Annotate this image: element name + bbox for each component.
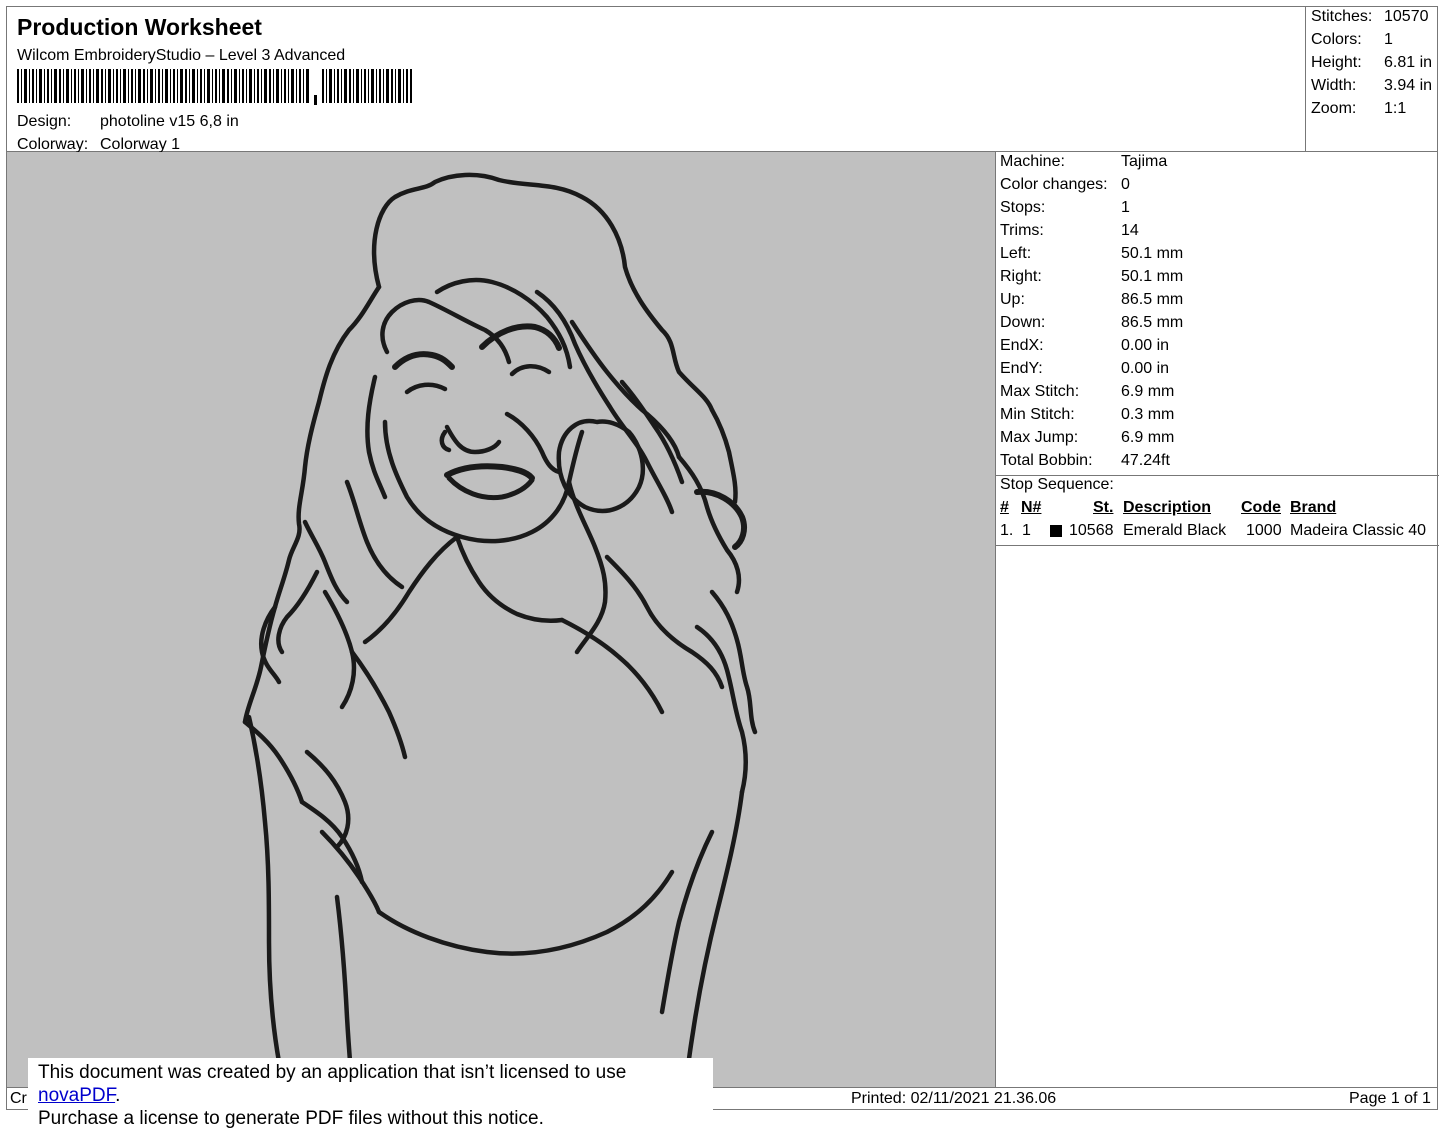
info-label: Max Jump: <box>1000 429 1079 446</box>
info-label: Color changes: <box>1000 176 1108 193</box>
info-row-total-bobbin: Total Bobbin: 47.24ft <box>1000 452 1430 472</box>
stop-sequence-label: Stop Sequence: <box>1000 476 1114 493</box>
notice-line-2: Purchase a license to generate PDF files… <box>38 1108 544 1129</box>
page-number: Page 1 of 1 <box>1349 1090 1431 1107</box>
info-row-min-stitch: Min Stitch: 0.3 mm <box>1000 406 1430 426</box>
info-row-trims: Trims: 14 <box>1000 222 1430 242</box>
stat-height: Height: 6.81 in <box>1311 54 1436 74</box>
info-row-color-changes: Color changes: 0 <box>1000 176 1430 196</box>
cell-num: 1. <box>1000 522 1014 539</box>
table-row: 1. 1 10568 Emerald Black 1000 Madeira Cl… <box>1000 522 1436 542</box>
stat-colors: Colors: 1 <box>1311 31 1436 51</box>
info-value: 0.00 in <box>1121 360 1170 377</box>
info-value: 1 <box>1121 199 1130 216</box>
info-row-left: Left: 50.1 mm <box>1000 245 1430 265</box>
info-row-stops: Stops: 1 <box>1000 199 1430 219</box>
info-value: 50.1 mm <box>1121 245 1184 262</box>
col-brand: Brand <box>1290 499 1337 516</box>
stat-value: 10570 <box>1384 8 1429 25</box>
col-n: N# <box>1021 499 1042 516</box>
info-row-up: Up: 86.5 mm <box>1000 291 1430 311</box>
software-name: Wilcom EmbroideryStudio – Level 3 Advanc… <box>17 47 346 64</box>
barcode <box>17 69 412 105</box>
cell-brand: Madeira Classic 40 <box>1290 522 1427 539</box>
info-row-endx: EndX: 0.00 in <box>1000 337 1430 357</box>
info-value: 0.3 mm <box>1121 406 1175 423</box>
embroidery-outline-drawing <box>242 172 758 1087</box>
novapdf-link[interactable]: novaPDF <box>38 1085 115 1106</box>
info-value: 86.5 mm <box>1121 291 1184 308</box>
design-value: photoline v15 6,8 in <box>100 113 239 130</box>
license-notice: This document was created by an applicat… <box>28 1058 713 1129</box>
stat-label: Height: <box>1311 54 1362 71</box>
cell-description: Emerald Black <box>1123 522 1227 539</box>
info-value: 86.5 mm <box>1121 314 1184 331</box>
info-label: Left: <box>1000 245 1032 262</box>
design-preview <box>7 152 995 1087</box>
info-row-endy: EndY: 0.00 in <box>1000 360 1430 380</box>
info-value: 14 <box>1121 222 1139 239</box>
info-label: Up: <box>1000 291 1025 308</box>
page-title: Production Worksheet <box>17 14 262 40</box>
info-label: Right: <box>1000 268 1042 285</box>
col-description: Description <box>1123 499 1212 516</box>
info-label: Stops: <box>1000 199 1046 216</box>
design-label: Design: <box>17 113 72 130</box>
stat-value: 3.94 in <box>1384 77 1433 94</box>
col-num: # <box>1000 499 1009 516</box>
info-row-right: Right: 50.1 mm <box>1000 268 1430 288</box>
cell-code: 1000 <box>1246 522 1282 539</box>
stat-value: 6.81 in <box>1384 54 1433 71</box>
stats-panel: Stitches: 10570 Colors: 1 Height: 6.81 in W… <box>1306 6 1438 152</box>
header-panel: Production Worksheet Wilcom EmbroiderySt… <box>6 6 1306 153</box>
col-st: St. <box>1093 499 1114 516</box>
stat-width: Width: 3.94 in <box>1311 77 1436 97</box>
info-row-max-stitch: Max Stitch: 6.9 mm <box>1000 383 1430 403</box>
info-value: 50.1 mm <box>1121 268 1184 285</box>
stat-label: Width: <box>1311 77 1357 94</box>
machine-info-panel: Machine: Tajima Color changes: 0 Stops: 1 T… <box>995 152 1439 1087</box>
footer-left-text: Cr <box>10 1090 27 1107</box>
stat-stitches: Stitches: 10570 <box>1311 8 1436 28</box>
color-swatch <box>1050 525 1062 537</box>
info-value: Tajima <box>1121 153 1168 170</box>
stat-label: Stitches: <box>1311 8 1373 25</box>
info-row-max-jump: Max Jump: 6.9 mm <box>1000 429 1430 449</box>
info-label: Trims: <box>1000 222 1044 239</box>
col-code: Code <box>1241 499 1281 516</box>
info-value: 6.9 mm <box>1121 429 1175 446</box>
notice-text: . <box>115 1085 121 1106</box>
info-label: Total Bobbin: <box>1000 452 1093 469</box>
stat-value: 1 <box>1384 31 1393 48</box>
info-label: Min Stitch: <box>1000 406 1075 423</box>
info-label: EndX: <box>1000 337 1044 354</box>
info-label: EndY: <box>1000 360 1043 377</box>
divider <box>996 545 1439 546</box>
info-value: 0 <box>1121 176 1130 193</box>
stat-label: Zoom: <box>1311 100 1357 117</box>
cell-n: 1 <box>1022 522 1031 539</box>
stat-label: Colors: <box>1311 31 1362 48</box>
cell-stitches: 10568 <box>1069 522 1114 539</box>
notice-text: This document was created by an applicat… <box>38 1062 627 1083</box>
info-row-machine: Machine: Tajima <box>1000 153 1430 173</box>
info-label: Down: <box>1000 314 1046 331</box>
info-value: 47.24ft <box>1121 452 1170 469</box>
printed-date: Printed: 02/11/2021 21.36.06 <box>851 1090 1057 1107</box>
info-label: Machine: <box>1000 153 1065 170</box>
stat-value: 1:1 <box>1384 100 1407 117</box>
stop-sequence-header: # N# St. Description Code Brand <box>1000 499 1436 519</box>
info-row-down: Down: 86.5 mm <box>1000 314 1430 334</box>
info-label: Max Stitch: <box>1000 383 1080 400</box>
notice-line-1: This document was created by an applicat… <box>38 1061 703 1107</box>
design-row: Design: photoline v15 6,8 in <box>17 113 417 133</box>
info-value: 6.9 mm <box>1121 383 1175 400</box>
stat-zoom: Zoom: 1:1 <box>1311 100 1436 120</box>
info-value: 0.00 in <box>1121 337 1170 354</box>
